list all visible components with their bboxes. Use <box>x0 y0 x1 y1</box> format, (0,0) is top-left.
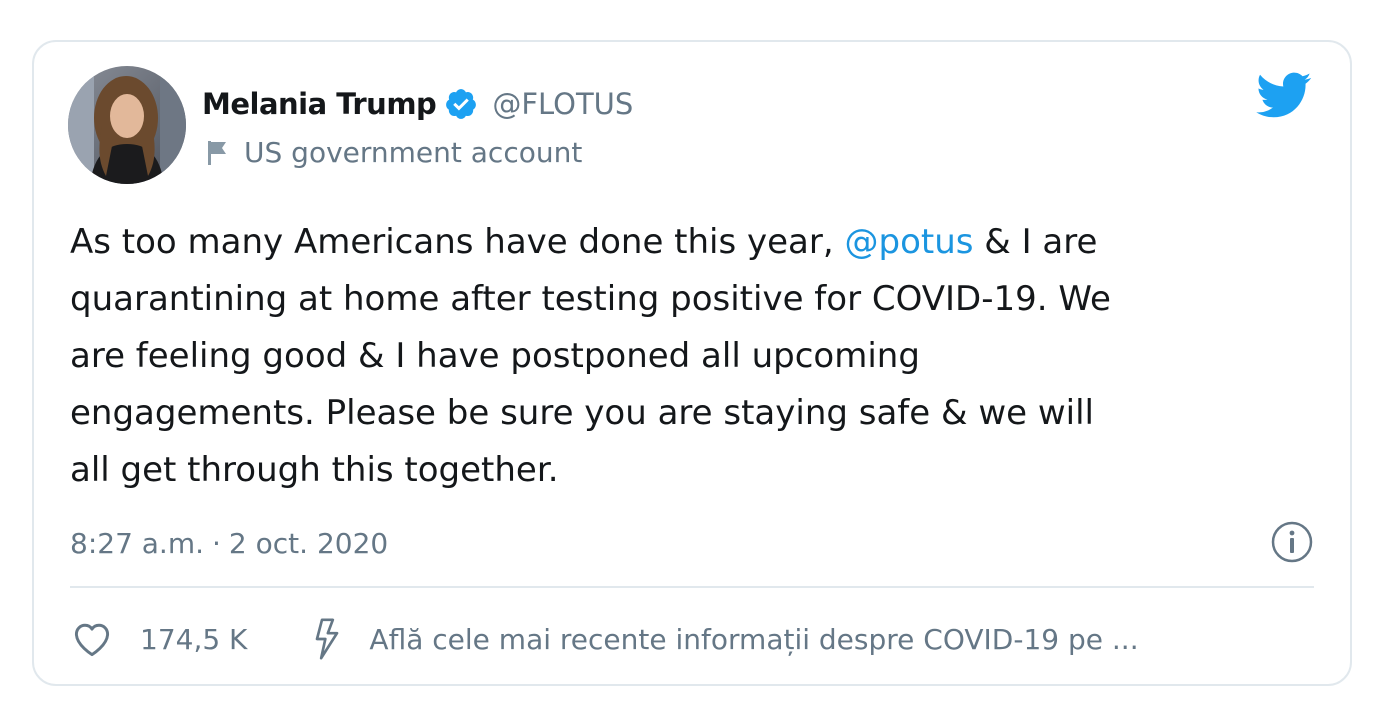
tweet-date[interactable]: 2 oct. 2020 <box>229 527 388 560</box>
tweet-actions: 174,5 K Află cele mai recente informații… <box>70 614 1139 664</box>
like-count: 174,5 K <box>140 622 248 656</box>
timestamp-separator: · <box>212 526 221 560</box>
verified-badge-icon <box>444 87 478 121</box>
tweet-time[interactable]: 8:27 a.m. <box>70 527 204 560</box>
covid-info-text[interactable]: Află cele mai recente informații despre … <box>369 623 1138 656</box>
tweet-text-part-2: & I are quarantining at home after testi… <box>70 222 1111 490</box>
like-button[interactable]: 174,5 K <box>70 617 307 661</box>
tweet-card[interactable]: Melania Trump @FLOTUS US government acco… <box>32 40 1352 686</box>
divider <box>70 586 1314 588</box>
info-icon[interactable] <box>1270 520 1314 564</box>
author-handle[interactable]: @FLOTUS <box>492 87 633 121</box>
tweet-text: As too many Americans have done this yea… <box>70 214 1320 499</box>
avatar[interactable] <box>68 66 186 184</box>
twitter-bird-icon[interactable] <box>1254 70 1312 120</box>
mention-link[interactable]: @potus <box>844 222 973 262</box>
government-label-text: US government account <box>244 135 583 169</box>
author-display-name[interactable]: Melania Trump <box>202 87 437 121</box>
flag-icon <box>202 137 232 167</box>
tweet-timestamp[interactable]: 8:27 a.m. · 2 oct. 2020 <box>70 518 388 568</box>
author-name-row: Melania Trump @FLOTUS <box>202 84 633 124</box>
tweet-text-part-1: As too many Americans have done this yea… <box>70 222 845 262</box>
heart-icon <box>70 617 114 661</box>
government-account-label: US government account <box>202 132 582 172</box>
lightning-bolt-icon <box>307 617 347 661</box>
covid-info-link[interactable]: Află cele mai recente informații despre … <box>307 617 1139 661</box>
